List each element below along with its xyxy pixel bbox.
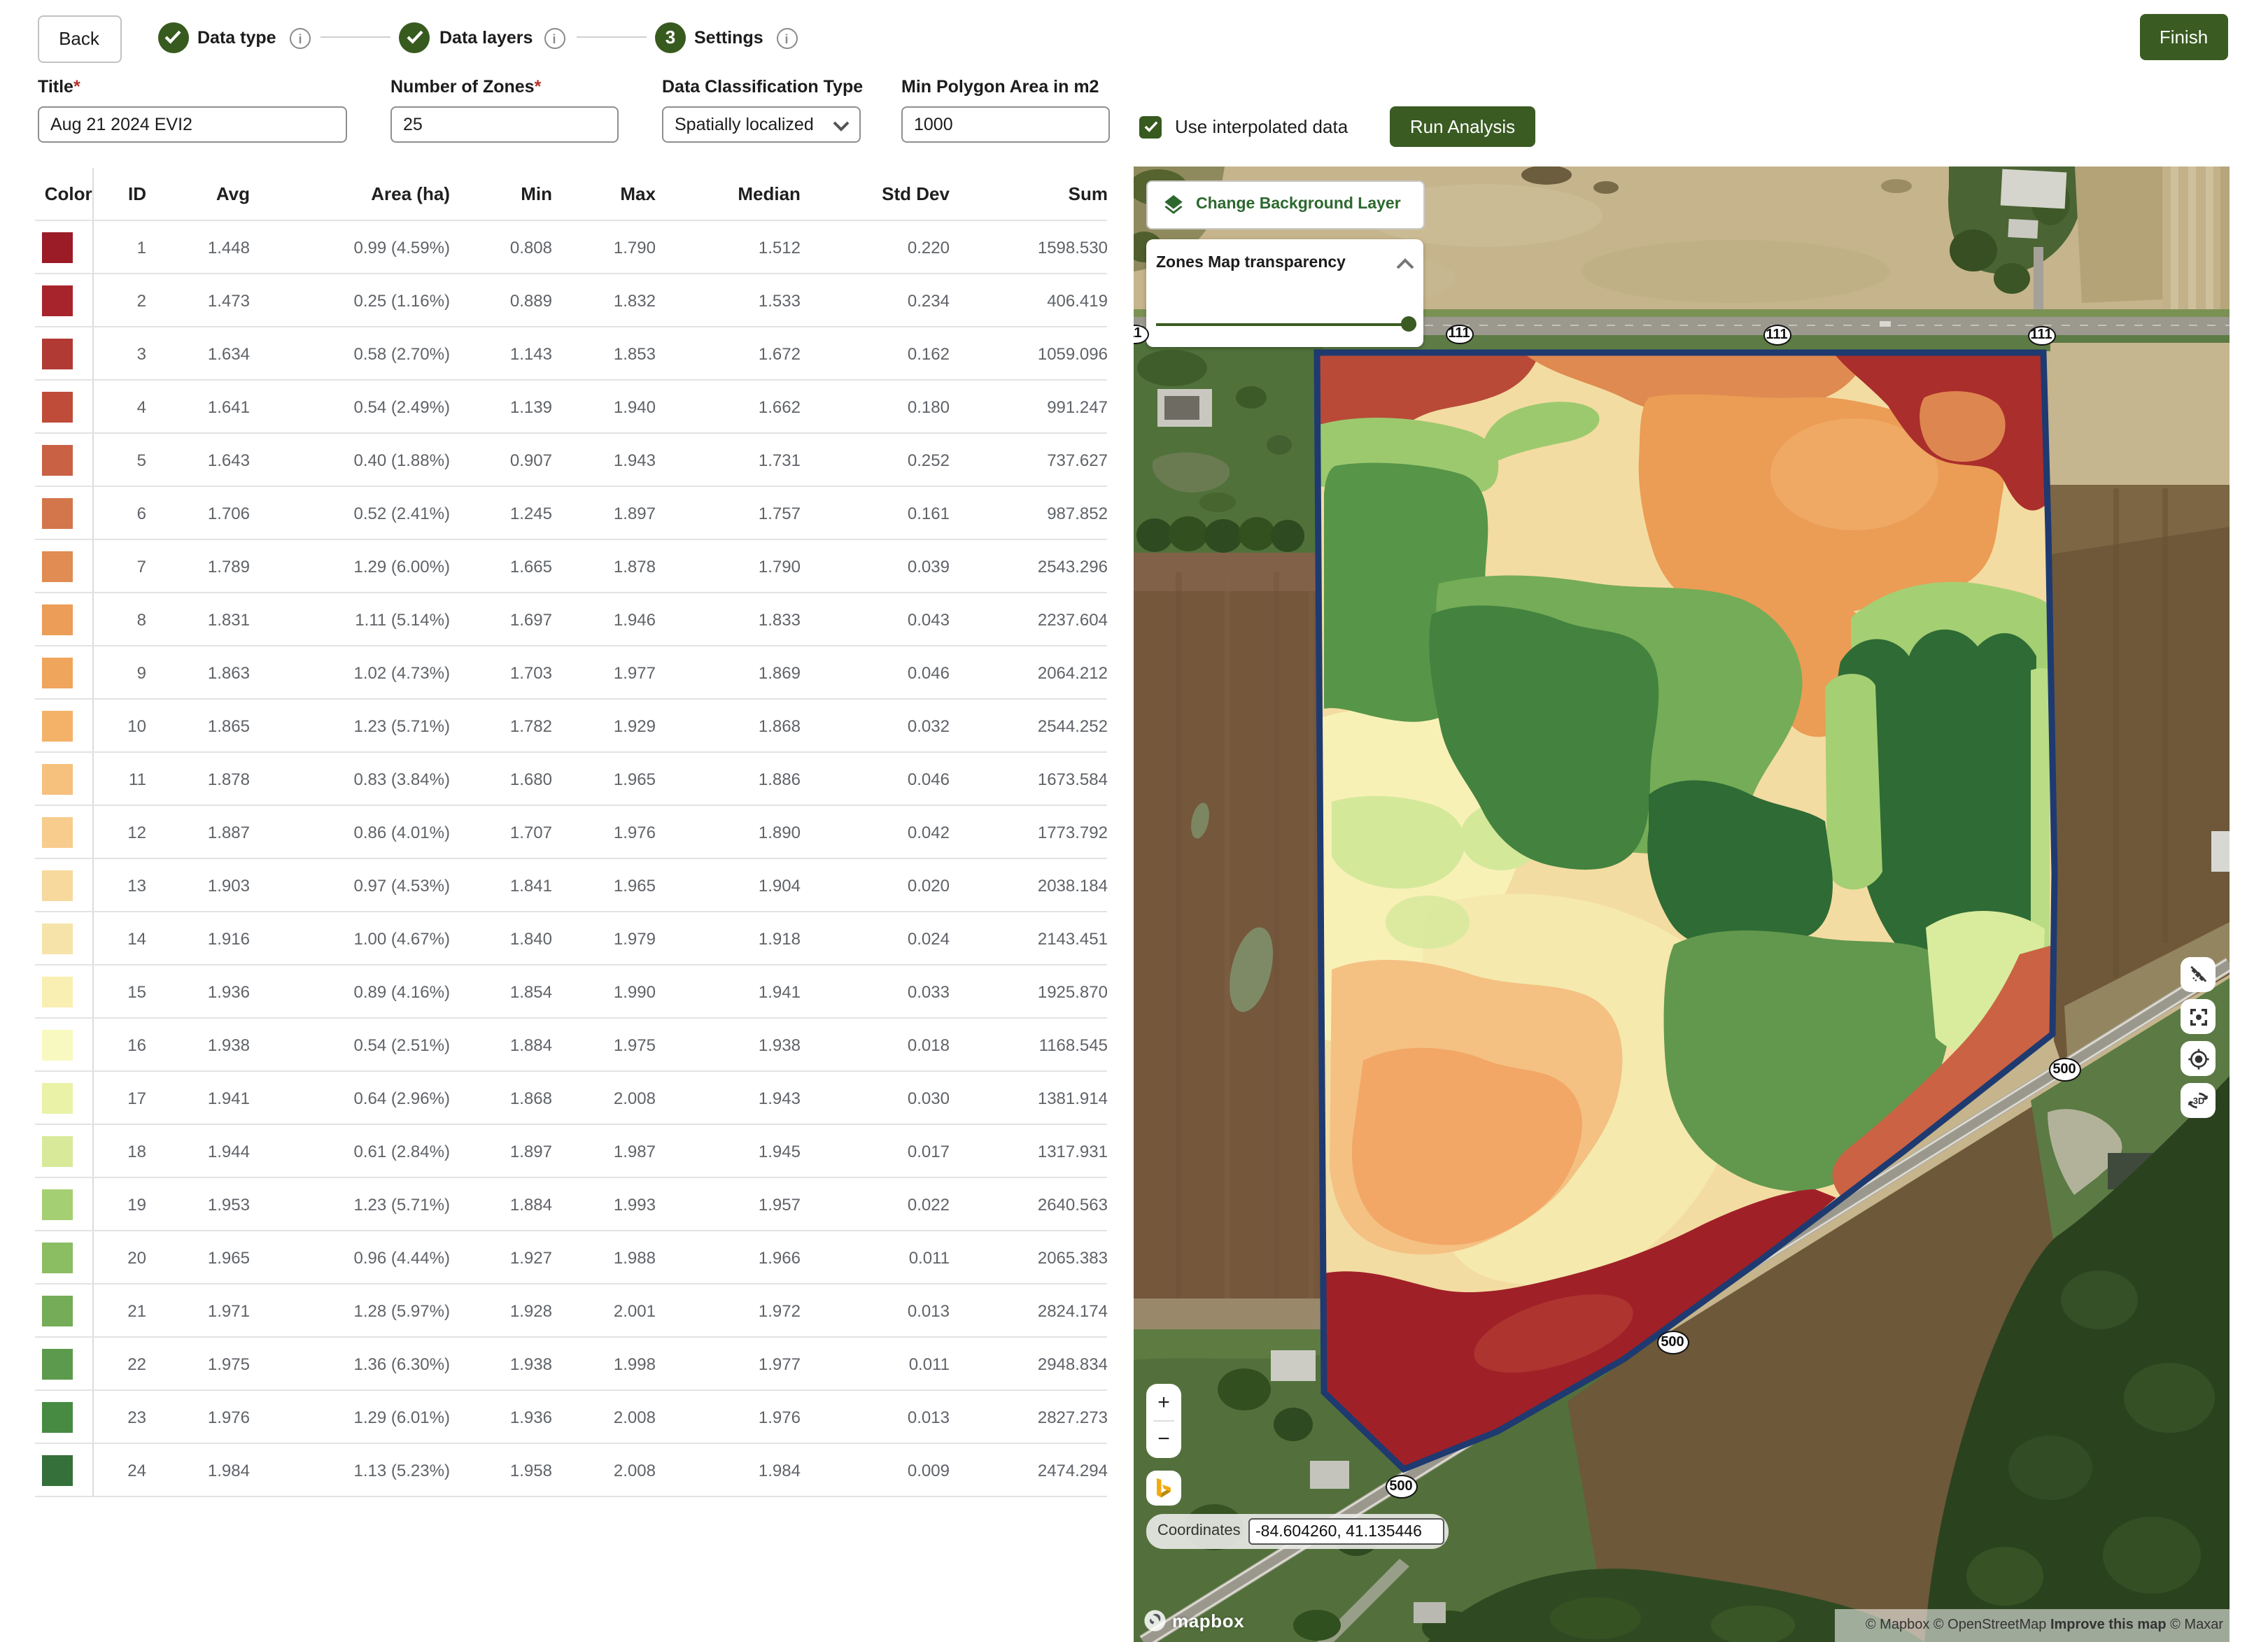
- svg-text:3D: 3D: [2193, 1096, 2204, 1106]
